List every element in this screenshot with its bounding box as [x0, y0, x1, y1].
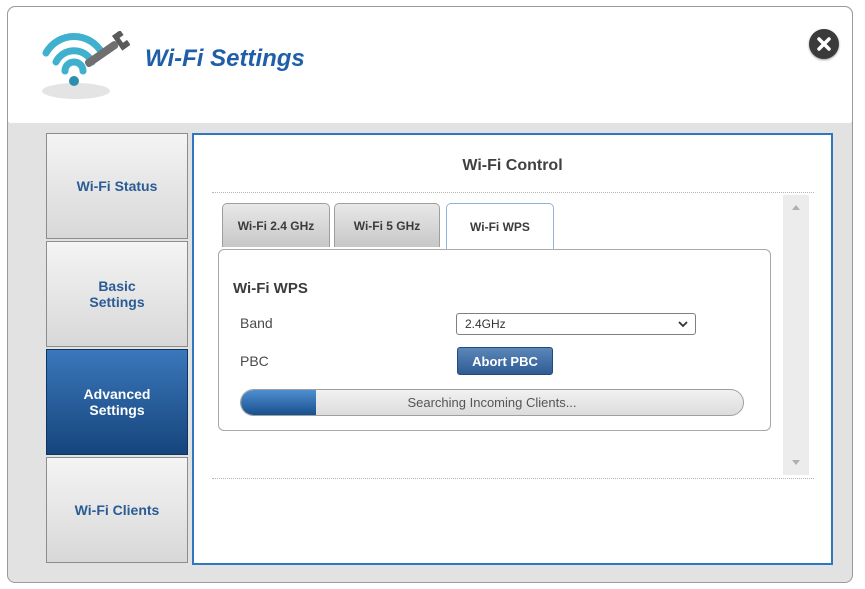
- band-select[interactable]: 2.4GHz: [456, 313, 696, 335]
- dialog-body: Wi-Fi Status Basic Settings Advanced Set…: [8, 123, 852, 582]
- close-icon: [817, 37, 831, 51]
- progress-status-text: Searching Incoming Clients...: [407, 395, 577, 410]
- sidebar-item-basic-settings[interactable]: Basic Settings: [46, 241, 188, 347]
- wifi-settings-dialog: Wi-Fi Settings Wi-Fi Status Basic Settin…: [7, 6, 853, 583]
- sidebar-item-wifi-clients[interactable]: Wi-Fi Clients: [46, 457, 188, 563]
- band-select-value: 2.4GHz: [465, 317, 506, 331]
- scroll-up-arrow-icon[interactable]: [792, 205, 800, 210]
- tab-wifi-2-4-ghz[interactable]: Wi-Fi 2.4 GHz: [222, 203, 330, 247]
- scroll-down-arrow-icon[interactable]: [792, 460, 800, 465]
- search-progress-bar: Searching Incoming Clients...: [240, 389, 744, 416]
- tab-label: Wi-Fi WPS: [470, 220, 530, 234]
- sidebar-item-wifi-status[interactable]: Wi-Fi Status: [46, 133, 188, 239]
- pbc-label: PBC: [240, 353, 269, 369]
- tab-wifi-5-ghz[interactable]: Wi-Fi 5 GHz: [334, 203, 440, 247]
- tab-label: Wi-Fi 5 GHz: [353, 218, 421, 233]
- band-label: Band: [240, 315, 273, 331]
- divider: [212, 192, 814, 193]
- sidebar-item-label: Wi-Fi Status: [76, 178, 158, 194]
- tab-wifi-wps[interactable]: Wi-Fi WPS: [446, 203, 554, 250]
- wifi-control-panel: Wi-Fi Control Wi-Fi 2.4 GHz Wi-Fi 5 GHz …: [192, 133, 833, 565]
- sidebar-item-label: Basic Settings: [89, 278, 145, 310]
- tab-label: Wi-Fi 2.4 GHz: [237, 218, 315, 233]
- dialog-header: Wi-Fi Settings: [8, 7, 852, 122]
- dialog-title: Wi-Fi Settings: [145, 45, 305, 72]
- scrollbar[interactable]: [783, 195, 809, 475]
- chevron-down-icon: [678, 321, 688, 328]
- sidebar-item-advanced-settings[interactable]: Advanced Settings: [46, 349, 188, 455]
- section-heading: Wi-Fi WPS: [233, 280, 308, 297]
- sidebar: Wi-Fi Status Basic Settings Advanced Set…: [46, 133, 190, 565]
- close-button[interactable]: [809, 29, 839, 59]
- panel-title: Wi-Fi Control: [462, 157, 563, 174]
- sidebar-item-label: Wi-Fi Clients: [74, 502, 160, 518]
- wps-section: Wi-Fi WPS Band 2.4GHz PBC Abort PBC Sear…: [218, 249, 771, 431]
- sidebar-item-label: Advanced Settings: [83, 386, 151, 418]
- divider: [212, 478, 814, 479]
- abort-pbc-button[interactable]: Abort PBC: [457, 347, 553, 375]
- wifi-settings-icon: [42, 31, 130, 99]
